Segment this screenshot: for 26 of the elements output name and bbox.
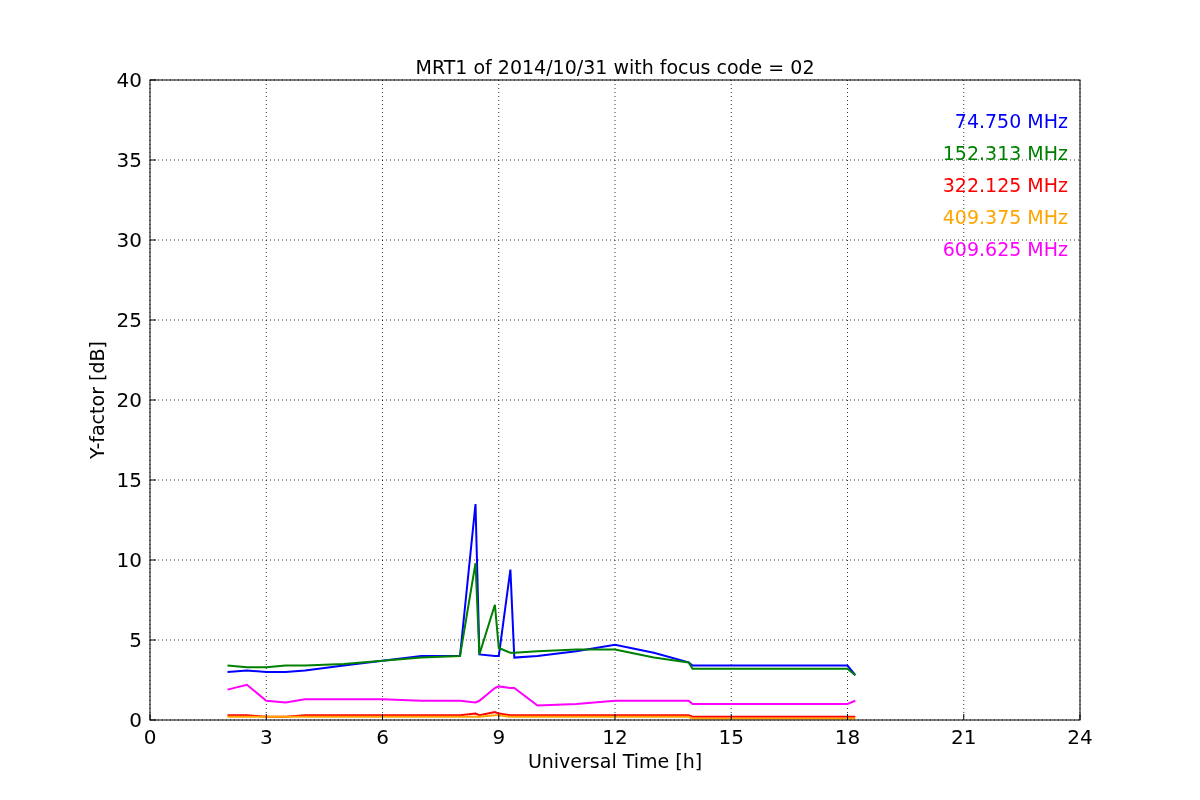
y-tick-label: 25 xyxy=(116,308,142,332)
y-tick-label: 40 xyxy=(116,68,142,92)
y-axis-label: Y-factor [dB] xyxy=(86,341,108,459)
x-tick-label: 18 xyxy=(834,725,861,749)
y-tick-label: 15 xyxy=(116,468,142,492)
x-tick-label: 0 xyxy=(143,725,157,749)
y-tick-label: 20 xyxy=(116,388,142,412)
y-tick-label: 35 xyxy=(116,148,142,172)
legend-label: 74.750 MHz xyxy=(954,110,1068,132)
y-tick-label: 30 xyxy=(116,228,142,252)
x-tick-label: 24 xyxy=(1067,725,1093,749)
x-tick-label: 12 xyxy=(602,725,628,749)
x-tick-label: 3 xyxy=(259,725,273,749)
y-tick-label: 5 xyxy=(129,628,142,652)
x-tick-label: 6 xyxy=(376,725,389,749)
y-tick-label: 0 xyxy=(129,708,142,732)
chart-title: MRT1 of 2014/10/31 with focus code = 02 xyxy=(415,56,815,78)
x-tick-label: 15 xyxy=(718,725,744,749)
legend-label: 609.625 MHz xyxy=(942,238,1068,260)
x-tick-label: 9 xyxy=(492,725,506,749)
legend-label: 322.125 MHz xyxy=(942,174,1068,196)
x-tick-label: 21 xyxy=(951,725,977,749)
y-tick-label: 10 xyxy=(116,548,142,572)
legend-label: 152.313 MHz xyxy=(942,142,1068,164)
x-axis-label: Universal Time [h] xyxy=(527,750,703,772)
legend-label: 409.375 MHz xyxy=(942,206,1068,228)
